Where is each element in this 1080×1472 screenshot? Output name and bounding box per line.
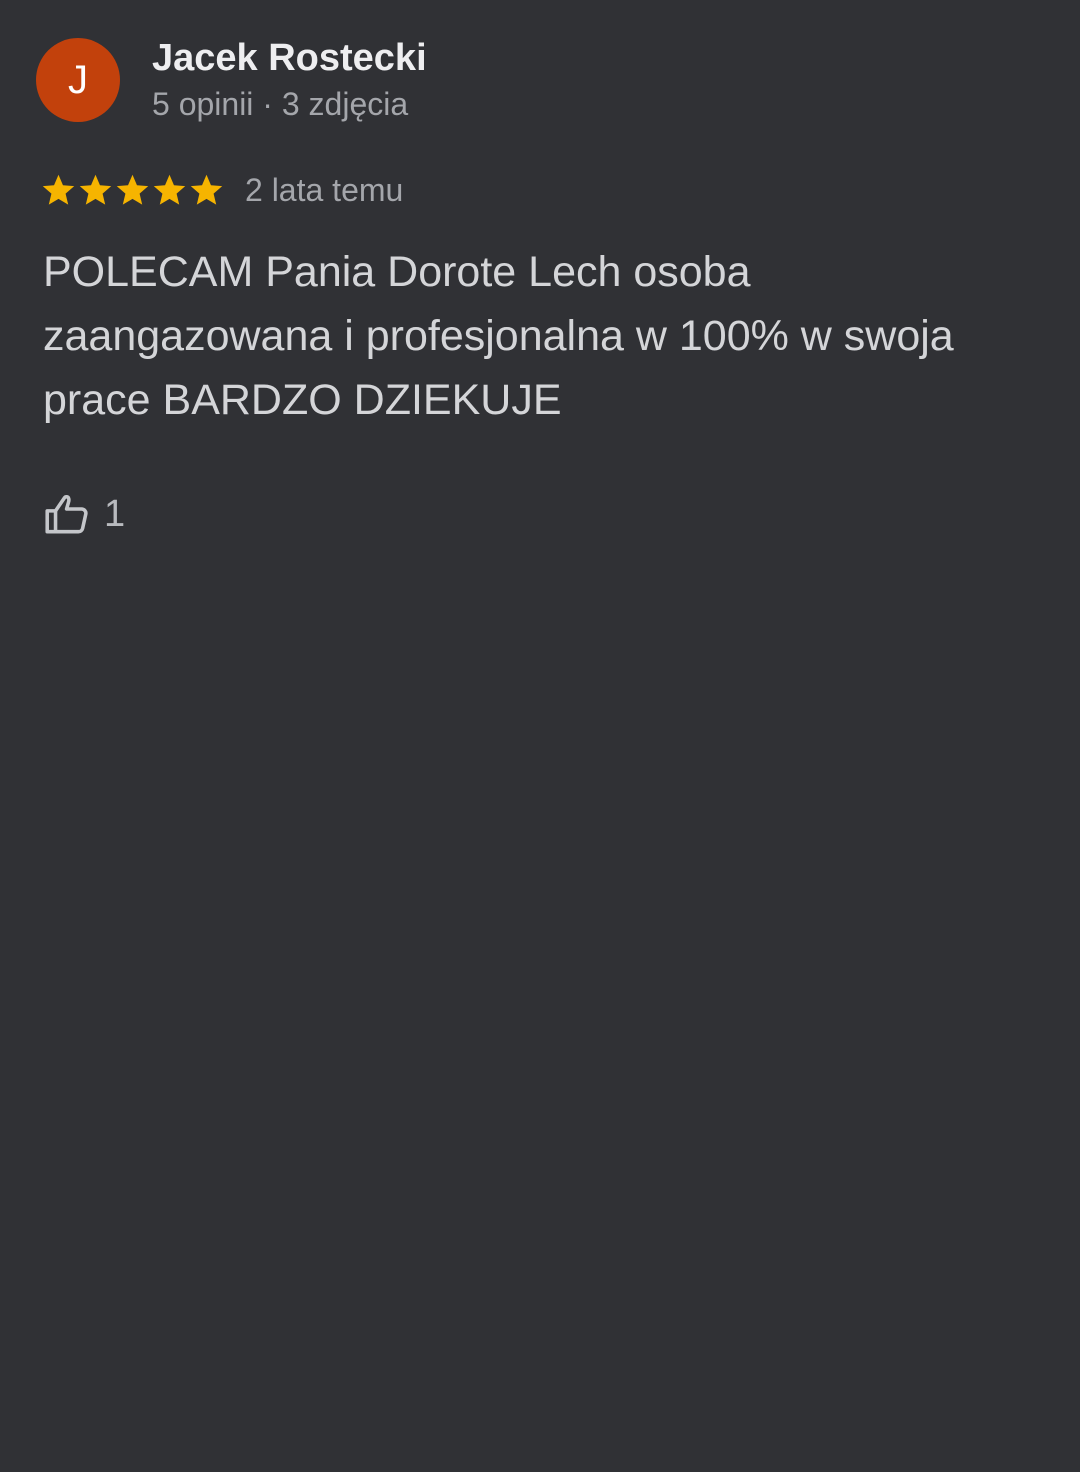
reviewer-info: Jacek Rostecki 5 opinii · 3 zdjęcia (152, 38, 427, 124)
review-card: J Jacek Rostecki 5 opinii · 3 zdjęcia 2 … (0, 0, 1080, 1472)
review-text: POLECAM Pania Dorote Lech osoba zaangazo… (43, 248, 954, 424)
star-rating (40, 172, 225, 209)
thumb-up-icon (45, 495, 88, 534)
star-icon (79, 174, 112, 205)
reviewer-header[interactable]: J Jacek Rostecki 5 opinii · 3 zdjęcia (36, 38, 427, 124)
review-date: 2 lata temu (245, 172, 404, 208)
avatar[interactable]: J (36, 38, 120, 122)
reviewer-meta: 5 opinii · 3 zdjęcia (152, 86, 409, 122)
star-icon (153, 174, 186, 205)
reviewer-name[interactable]: Jacek Rostecki (152, 38, 427, 78)
like-button[interactable]: 1 (42, 489, 125, 539)
like-count: 1 (104, 493, 126, 535)
star-icon (190, 174, 223, 205)
star-icon (42, 174, 75, 205)
rating-row: 2 lata temu (40, 168, 403, 212)
star-icon (116, 174, 149, 205)
like-row: 1 (42, 488, 125, 540)
